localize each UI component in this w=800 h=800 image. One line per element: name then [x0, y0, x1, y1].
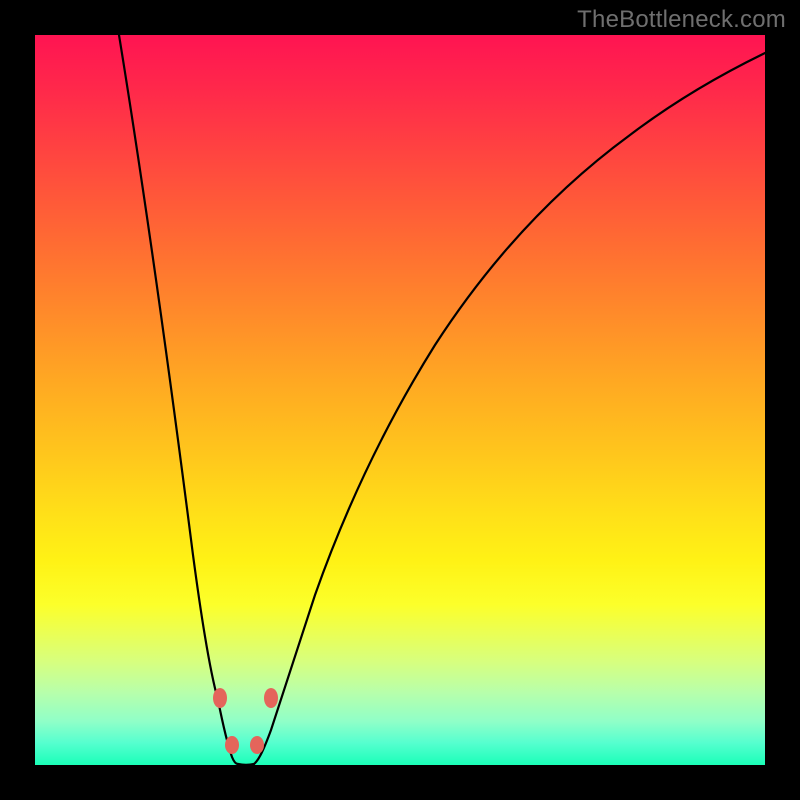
curve-left-branch: [119, 35, 238, 764]
watermark-text: TheBottleneck.com: [577, 6, 786, 34]
curve-bottom: [238, 764, 254, 765]
bottleneck-curve-svg: [35, 35, 765, 765]
curve-marker: [225, 736, 239, 754]
curve-right-branch: [254, 53, 765, 764]
chart-frame: TheBottleneck.com: [0, 0, 800, 800]
curve-marker: [250, 736, 264, 754]
curve-marker: [264, 688, 278, 708]
plot-area: [35, 35, 765, 765]
curve-marker: [213, 688, 227, 708]
